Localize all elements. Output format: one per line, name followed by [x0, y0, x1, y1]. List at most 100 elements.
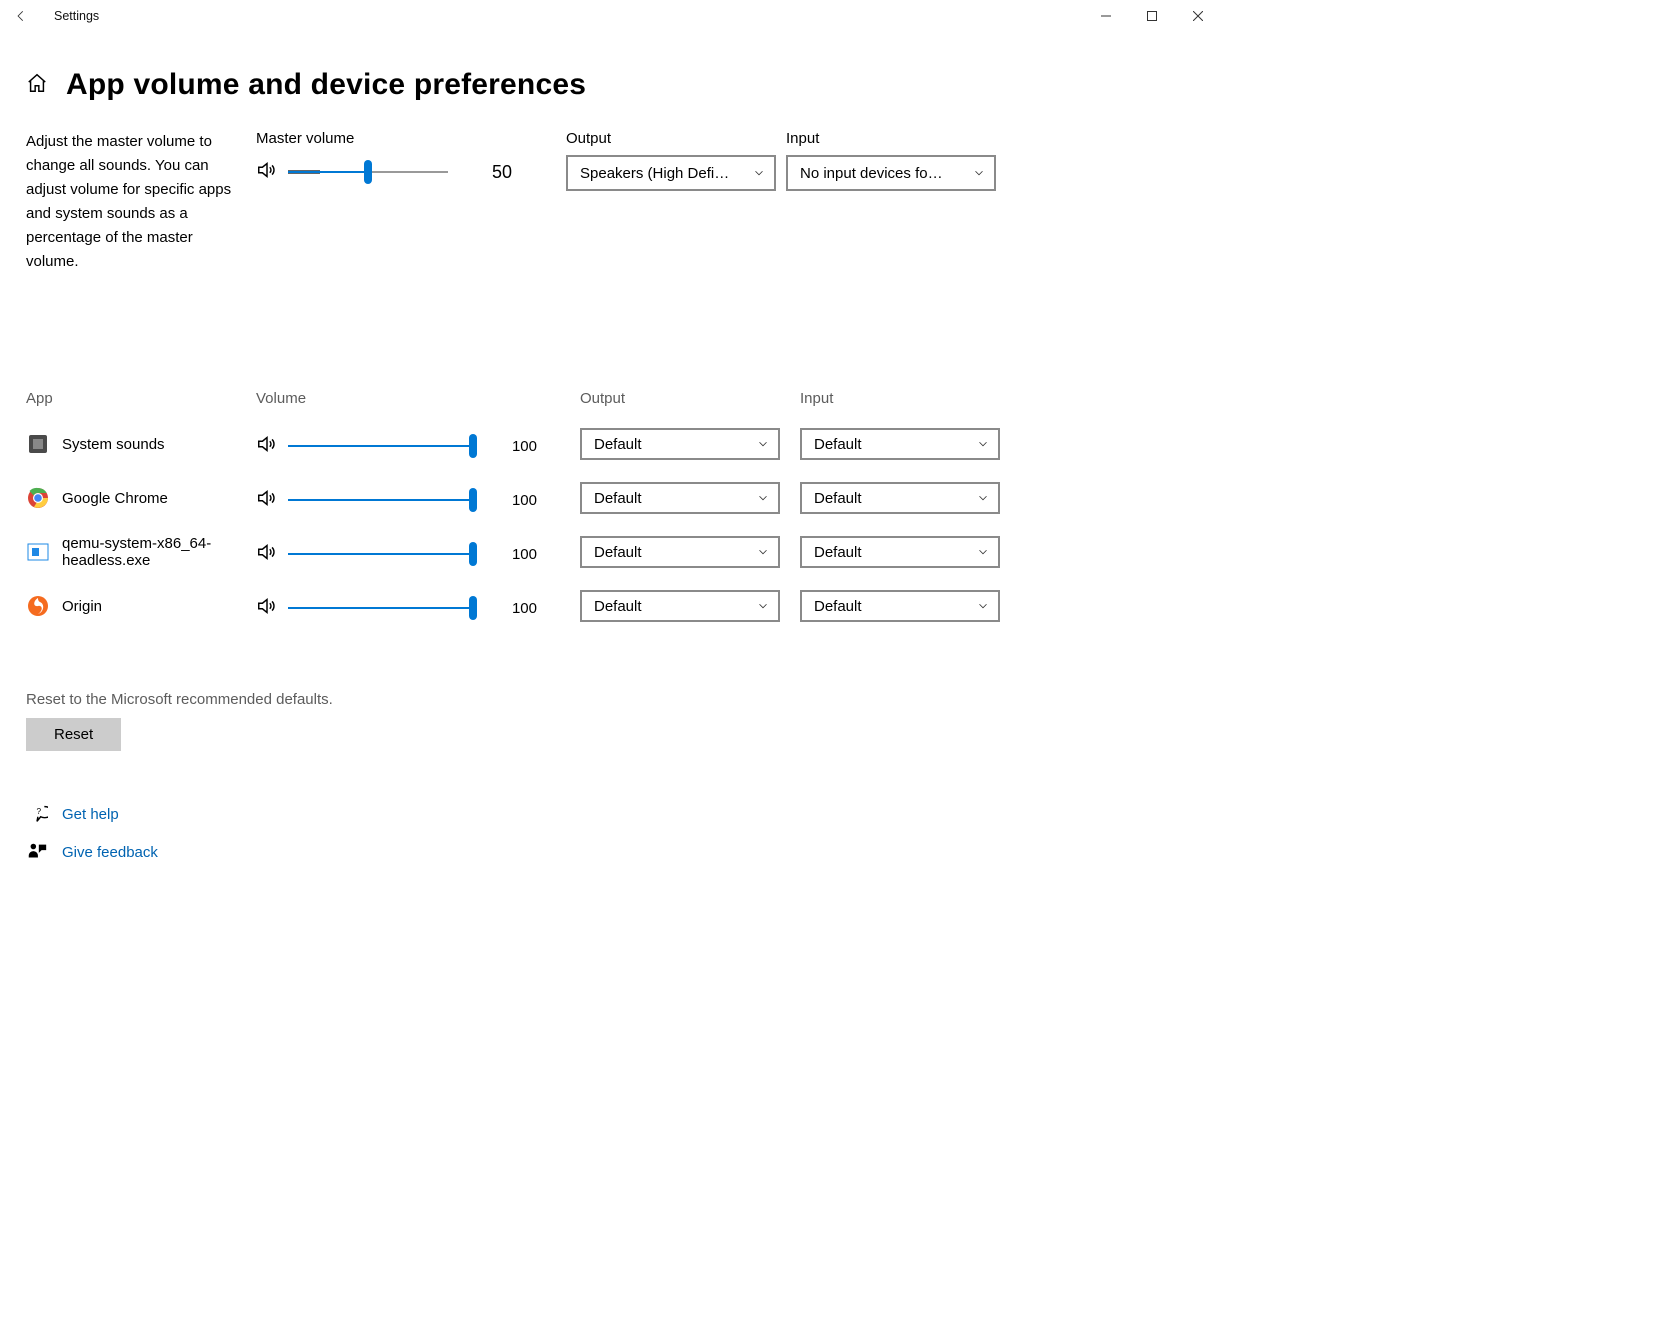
chevron-down-icon	[756, 599, 770, 613]
app-label: qemu-system-x86_64-headless.exe	[62, 535, 248, 569]
app-output-value: Default	[594, 436, 756, 453]
app-icon	[26, 540, 50, 564]
app-output-value: Default	[594, 598, 756, 615]
svg-text:?: ?	[37, 807, 42, 816]
app-output-dropdown[interactable]: Default	[580, 482, 780, 514]
master-row: Adjust the master volume to change all s…	[26, 130, 1195, 274]
window-title: Settings	[54, 9, 99, 23]
app-volume-cell: 100	[256, 483, 580, 513]
page-header: App volume and device preferences	[26, 68, 1195, 102]
reset-section: Reset to the Microsoft recommended defau…	[26, 691, 1195, 751]
app-input-value: Default	[814, 490, 976, 507]
chevron-down-icon	[976, 491, 990, 505]
app-row: Origin 100 Default Default	[26, 579, 1195, 633]
app-icon	[26, 432, 50, 456]
app-row: System sounds 100 Default Default	[26, 417, 1195, 471]
app-input-cell: Default	[800, 482, 1020, 514]
master-volume-value: 50	[472, 162, 512, 183]
app-output-dropdown[interactable]: Default	[580, 428, 780, 460]
apps-header-row: App Volume Output Input	[26, 390, 1195, 407]
app-label: Google Chrome	[62, 490, 248, 507]
app-input-dropdown[interactable]: Default	[800, 590, 1000, 622]
master-volume-label: Master volume	[256, 130, 566, 147]
chevron-down-icon	[976, 437, 990, 451]
speaker-icon[interactable]	[256, 487, 278, 513]
home-icon[interactable]	[26, 72, 48, 98]
maximize-button[interactable]	[1129, 0, 1175, 32]
col-output: Output	[580, 390, 800, 407]
apps-section: App Volume Output Input System sounds 100…	[26, 390, 1195, 633]
app-volume-cell: 100	[256, 591, 580, 621]
feedback-icon	[26, 841, 48, 863]
speaker-icon[interactable]	[256, 159, 278, 185]
app-input-value: Default	[814, 544, 976, 561]
reset-button[interactable]: Reset	[26, 718, 121, 751]
minimize-button[interactable]	[1083, 0, 1129, 32]
help-icon: ?	[26, 803, 48, 825]
app-input-cell: Default	[800, 428, 1020, 460]
chevron-down-icon	[972, 166, 986, 180]
close-button[interactable]	[1175, 0, 1221, 32]
chevron-down-icon	[752, 166, 766, 180]
app-volume-cell: 100	[256, 537, 580, 567]
window-controls	[1083, 0, 1221, 32]
speaker-icon[interactable]	[256, 541, 278, 567]
app-volume-value: 100	[497, 492, 537, 509]
get-help-link[interactable]: ? Get help	[26, 803, 1195, 825]
chevron-down-icon	[756, 491, 770, 505]
chevron-down-icon	[756, 437, 770, 451]
master-output-label: Output	[566, 130, 786, 147]
app-output-dropdown[interactable]: Default	[580, 536, 780, 568]
app-input-value: Default	[814, 598, 976, 615]
app-output-cell: Default	[580, 482, 800, 514]
app-icon	[26, 486, 50, 510]
app-row: qemu-system-x86_64-headless.exe 100 Defaul…	[26, 525, 1195, 579]
help-links: ? Get help Give feedback	[26, 803, 1195, 863]
app-output-value: Default	[594, 544, 756, 561]
app-volume-value: 100	[497, 600, 537, 617]
master-input-col: Input No input devices fo…	[786, 130, 1006, 191]
app-name-cell: System sounds	[26, 432, 256, 456]
app-row: Google Chrome 100 Default Default	[26, 471, 1195, 525]
app-input-dropdown[interactable]: Default	[800, 428, 1000, 460]
app-input-dropdown[interactable]: Default	[800, 536, 1000, 568]
app-output-cell: Default	[580, 590, 800, 622]
app-volume-value: 100	[497, 438, 537, 455]
chevron-down-icon	[976, 545, 990, 559]
app-output-value: Default	[594, 490, 756, 507]
app-volume-slider[interactable]	[288, 488, 473, 512]
app-volume-slider[interactable]	[288, 434, 473, 458]
app-output-dropdown[interactable]: Default	[580, 590, 780, 622]
back-button[interactable]	[8, 9, 48, 23]
col-input: Input	[800, 390, 1020, 407]
titlebar: Settings	[0, 0, 1221, 32]
chevron-down-icon	[976, 599, 990, 613]
give-feedback-label: Give feedback	[62, 844, 158, 861]
app-label: Origin	[62, 598, 248, 615]
reset-description: Reset to the Microsoft recommended defau…	[26, 691, 1195, 708]
app-output-cell: Default	[580, 536, 800, 568]
speaker-icon[interactable]	[256, 595, 278, 621]
master-input-value: No input devices fo…	[800, 165, 972, 182]
master-output-dropdown[interactable]: Speakers (High Defi…	[566, 155, 776, 191]
master-input-label: Input	[786, 130, 1006, 147]
app-volume-value: 100	[497, 546, 537, 563]
chevron-down-icon	[756, 545, 770, 559]
app-name-cell: Origin	[26, 594, 256, 618]
give-feedback-link[interactable]: Give feedback	[26, 841, 1195, 863]
app-input-dropdown[interactable]: Default	[800, 482, 1000, 514]
app-output-cell: Default	[580, 428, 800, 460]
app-input-value: Default	[814, 436, 976, 453]
get-help-label: Get help	[62, 806, 119, 823]
speaker-icon[interactable]	[256, 433, 278, 459]
app-volume-slider[interactable]	[288, 596, 473, 620]
app-volume-cell: 100	[256, 429, 580, 459]
master-output-col: Output Speakers (High Defi…	[566, 130, 786, 191]
master-volume-slider[interactable]	[288, 160, 448, 184]
app-label: System sounds	[62, 436, 248, 453]
master-volume-col: Master volume 50	[256, 130, 566, 185]
master-input-dropdown[interactable]: No input devices fo…	[786, 155, 996, 191]
app-volume-slider[interactable]	[288, 542, 473, 566]
master-output-value: Speakers (High Defi…	[580, 165, 752, 182]
app-icon	[26, 594, 50, 618]
